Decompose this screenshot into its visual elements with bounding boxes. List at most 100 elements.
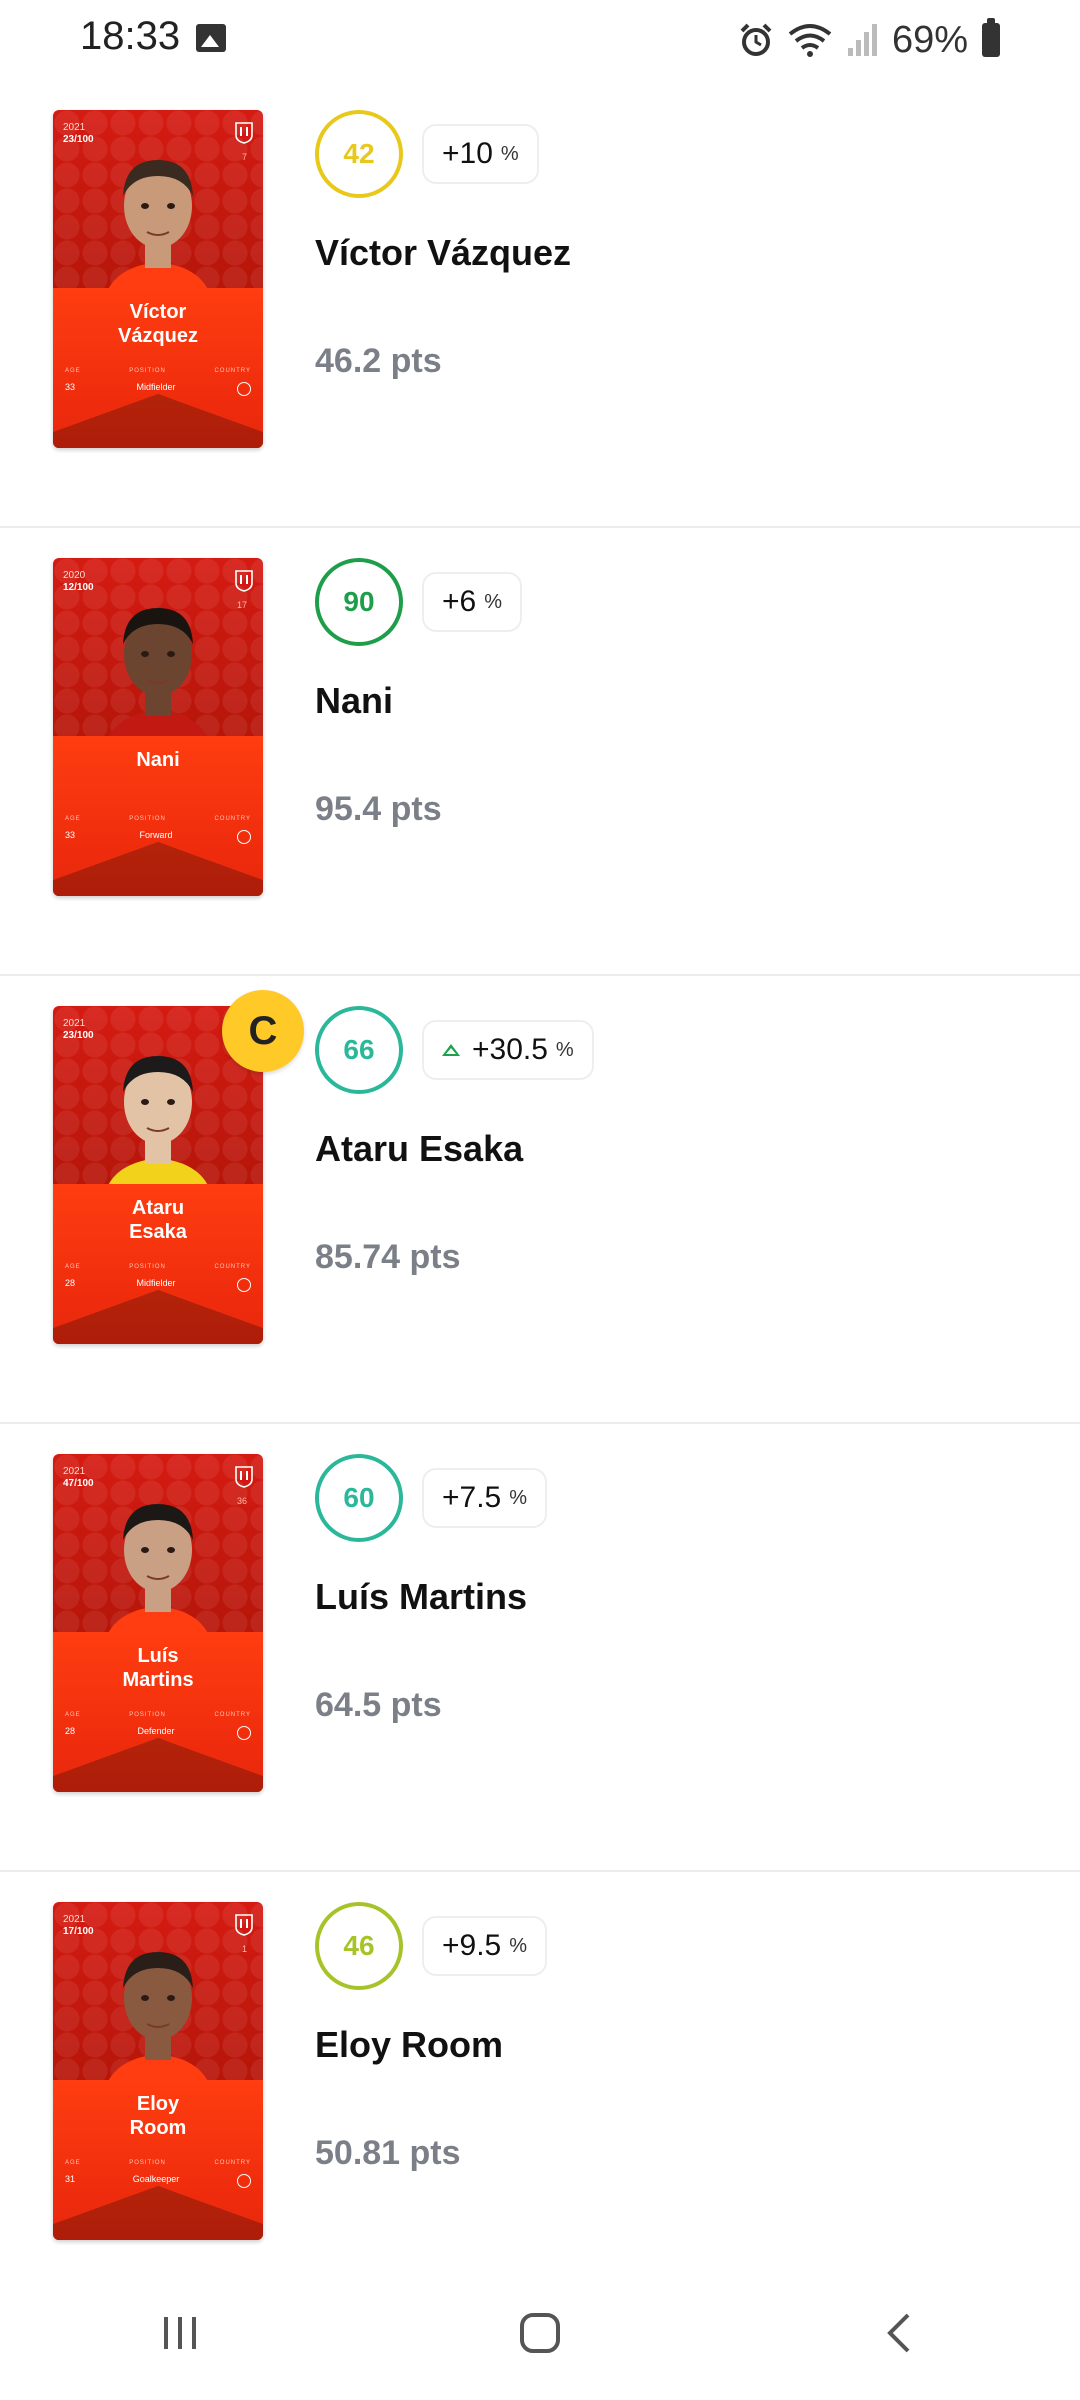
- card-age-label: AGE: [65, 816, 81, 822]
- signal-icon: [847, 24, 877, 56]
- player-row[interactable]: 2020 12/100 17 Nani AGE POSITION COUNTRY…: [0, 528, 1080, 976]
- player-name: Luís Martins: [315, 1576, 528, 1617]
- card-meta-values: 31 Goalkeeper: [65, 2174, 251, 2188]
- club-crest-icon: [235, 570, 253, 592]
- card-player-name: Eloy Room: [129, 2093, 187, 2139]
- club-crest-icon: [235, 1466, 253, 1488]
- status-icons: 69%: [738, 14, 1000, 66]
- trend-up-icon: [442, 1044, 460, 1056]
- country-flag-icon: [237, 830, 251, 844]
- card-position-label: POSITION: [129, 1264, 166, 1270]
- card-age-label: AGE: [65, 1712, 81, 1718]
- bonus-value: +7.5: [442, 1481, 502, 1514]
- bonus-value: +6: [442, 585, 477, 618]
- player-portrait: [103, 1952, 213, 2102]
- country-flag-icon: [237, 1278, 251, 1292]
- country-flag-icon: [237, 382, 251, 396]
- score-circle: 90: [315, 558, 403, 646]
- card-shirt-number: 36: [236, 1496, 247, 1506]
- country-flag-icon: [236, 2174, 251, 2188]
- card-player-name: Ataru Esaka: [129, 1197, 187, 1243]
- bonus-value: +30.5: [472, 1033, 548, 1066]
- card-age: 33: [65, 830, 76, 840]
- percent-icon: %: [484, 590, 503, 613]
- card-meta-values: 33 Forward: [65, 830, 251, 844]
- alarm-icon: [740, 23, 772, 56]
- card-player-name: Nani: [136, 749, 180, 771]
- card-country-label: COUNTRY: [214, 368, 251, 374]
- card-position: Forward: [139, 830, 173, 840]
- home-button[interactable]: [480, 2293, 600, 2373]
- bonus-value: +10: [442, 137, 493, 170]
- battery-percent: 69%: [891, 18, 968, 61]
- back-button[interactable]: [840, 2293, 960, 2373]
- country-flag-icon: [236, 1726, 251, 1740]
- percent-icon: %: [500, 142, 519, 165]
- card-country-label: COUNTRY: [214, 2160, 251, 2166]
- player-name: Nani: [315, 680, 394, 721]
- player-row[interactable]: 2021 23/100 7 Víctor Vázquez AGE POSITIO…: [0, 80, 1080, 528]
- bonus-pill: +10 %: [422, 124, 539, 184]
- player-portrait: [103, 1504, 213, 1654]
- percent-icon: %: [509, 1486, 528, 1509]
- player-row[interactable]: 2021 23/100 10 AtaruEsaka AGE POSITI: [0, 976, 1080, 1424]
- card-age: 33: [65, 382, 76, 392]
- bonus-pill: +9.5 %: [422, 1916, 548, 1976]
- card-meta-labels: AGE POSITION COUNTRY: [65, 816, 251, 822]
- recent-apps-button[interactable]: [120, 2293, 240, 2373]
- card-age-label: AGE: [65, 2160, 81, 2166]
- battery-icon: [982, 18, 1000, 57]
- player-card[interactable]: 2020 12/100 17 Nani AGE POSITION COUNTRY…: [53, 558, 263, 896]
- image-icon: [196, 24, 226, 52]
- player-points: 46.2 pts: [315, 342, 442, 380]
- wifi-icon: [788, 24, 832, 57]
- card-season: 2021: [63, 122, 86, 133]
- card-player-name: Víctor Vázquez: [117, 301, 199, 347]
- player-points: 64.5 pts: [315, 1686, 442, 1724]
- player-row[interactable]: 2021 47/100 36 Luís Martins AGE POSITION…: [0, 1424, 1080, 1872]
- score-circle: 60: [315, 1454, 403, 1542]
- player-card[interactable]: 2021 23/100 7 Víctor Vázquez AGE POSITIO…: [53, 110, 263, 448]
- card-meta-labels: AGE POSITION COUNTRY: [65, 1264, 251, 1270]
- card-shirt-number: 17: [236, 600, 247, 610]
- card-position-label: POSITION: [129, 368, 166, 374]
- player-row[interactable]: 2021 17/100 1 Eloy Room AGE POSITION COU…: [0, 1872, 1080, 2318]
- recent-apps-icon: [164, 2316, 196, 2349]
- player-card[interactable]: 2021 17/100 1 Eloy Room AGE POSITION COU…: [53, 1902, 263, 2240]
- player-name: Eloy Room: [315, 2024, 504, 2065]
- club-crest-icon: [235, 122, 253, 144]
- card-position: Midfielder: [136, 1278, 176, 1288]
- card-meta-values: 33 Midfielder: [65, 382, 251, 396]
- player-portrait: [103, 608, 213, 758]
- score-circle: 46: [315, 1902, 403, 1990]
- navigation-bar: [0, 2265, 1080, 2400]
- card-position-label: POSITION: [129, 2160, 166, 2166]
- percent-icon: %: [509, 1934, 528, 1957]
- card-age-label: AGE: [65, 1264, 81, 1270]
- card-season: 2021: [63, 1466, 86, 1477]
- player-name: Ataru Esaka: [315, 1128, 524, 1169]
- card-season: 2021: [63, 1018, 86, 1029]
- player-portrait: [103, 1056, 213, 1206]
- card-season: 2020: [63, 570, 86, 581]
- captain-badge: C: [222, 990, 304, 1072]
- card-meta-labels: AGE POSITION COUNTRY: [65, 368, 251, 374]
- player-points: 95.4 pts: [315, 790, 442, 828]
- status-bar: 18:33 69%: [0, 0, 1080, 80]
- card-meta-values: 28 Midfielder: [65, 1278, 251, 1292]
- card-position: Goalkeeper: [132, 2174, 180, 2184]
- club-crest-icon: [235, 1914, 253, 1936]
- score-circle: 66: [315, 1006, 403, 1094]
- player-points: 50.81 pts: [315, 2134, 461, 2172]
- bonus-pill: +7.5 %: [422, 1468, 548, 1528]
- card-position-label: POSITION: [129, 1712, 166, 1718]
- bonus-pill: +30.5 %: [422, 1020, 594, 1080]
- score-circle: 42: [315, 110, 403, 198]
- player-list: 2021 23/100 7 Víctor Vázquez AGE POSITIO…: [0, 80, 1080, 2318]
- player-name: Víctor Vázquez: [315, 232, 572, 273]
- card-position: Defender: [137, 1726, 175, 1736]
- card-age: 28: [65, 1726, 76, 1736]
- player-card[interactable]: 2021 47/100 36 Luís Martins AGE POSITION…: [53, 1454, 263, 1792]
- card-shirt-number: 7: [241, 152, 247, 162]
- status-time: 18:33: [80, 14, 181, 58]
